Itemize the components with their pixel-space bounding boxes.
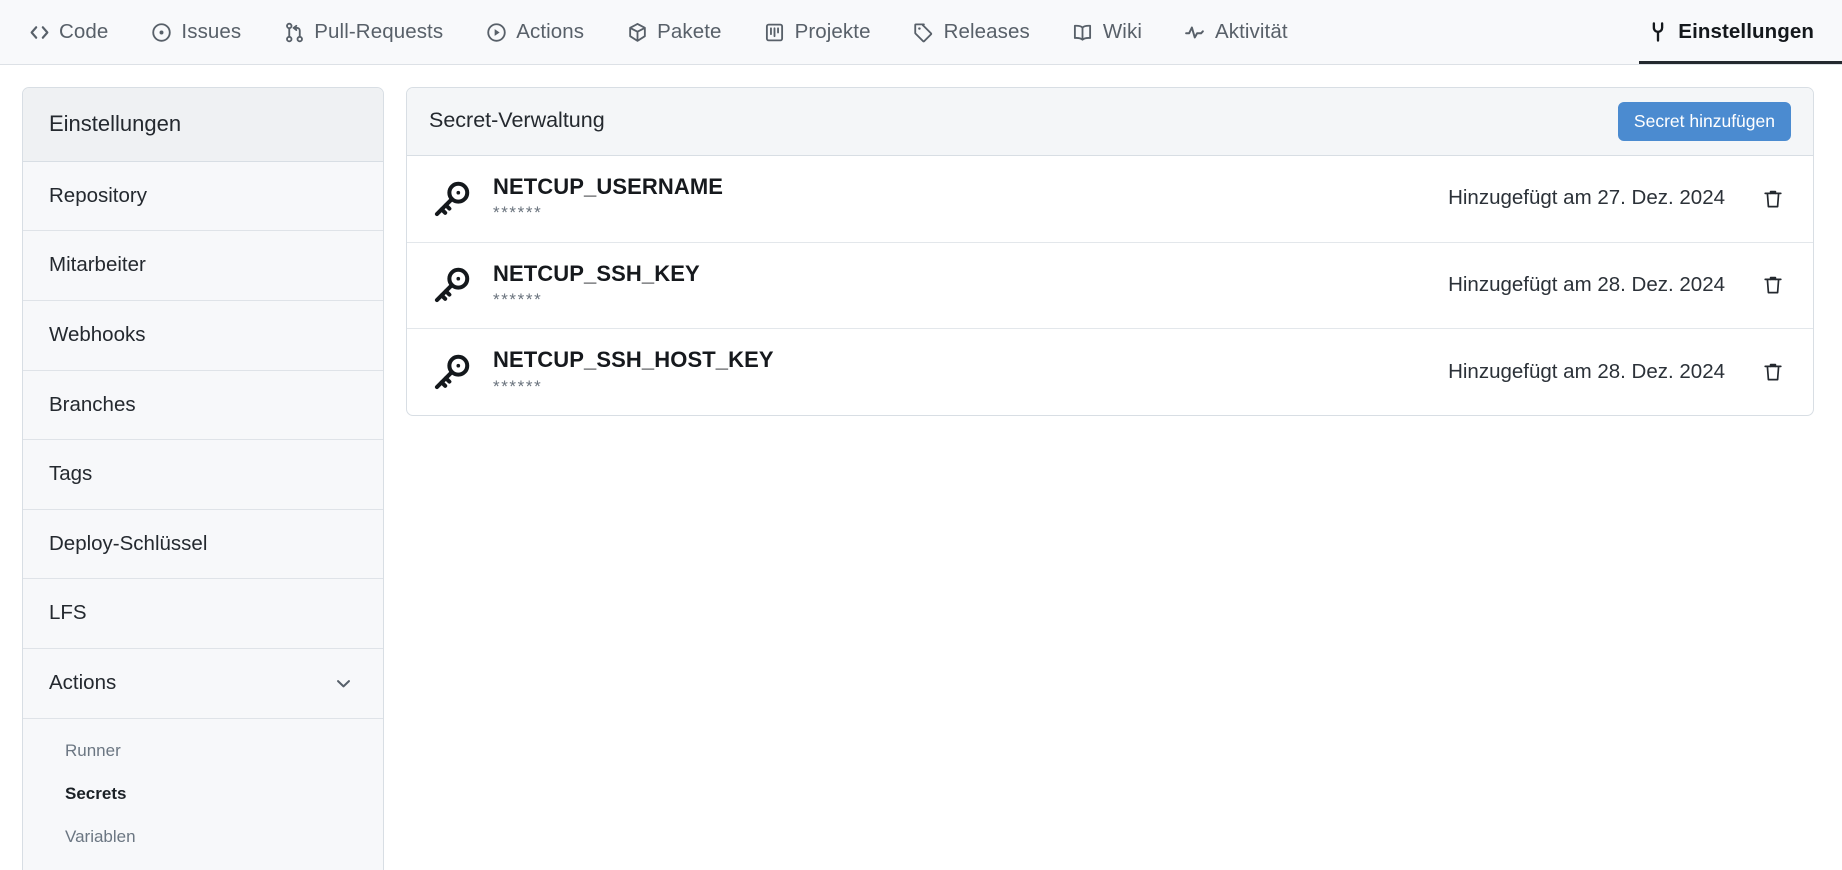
nav-tab-wiki-label: Wiki bbox=[1102, 20, 1142, 43]
sidebar-item-mitarbeiter-label: Mitarbeiter bbox=[49, 253, 146, 277]
secret-added-date: Hinzugefügt am 28. Dez. 2024 bbox=[1448, 273, 1725, 297]
nav-tab-projekte-label: Projekte bbox=[794, 20, 871, 43]
secret-added-date: Hinzugefügt am 28. Dez. 2024 bbox=[1448, 359, 1725, 383]
settings-sidebar: Einstellungen Repository Mitarbeiter Web… bbox=[22, 87, 384, 870]
sidebar-item-repository-label: Repository bbox=[49, 183, 147, 207]
secret-name: NETCUP_SSH_HOST_KEY bbox=[493, 347, 774, 373]
secret-list-item: NETCUP_USERNAME ****** Hinzugefügt am 27… bbox=[407, 156, 1813, 243]
sidebar-item-actions[interactable]: Actions bbox=[23, 649, 383, 719]
secret-name: NETCUP_USERNAME bbox=[493, 173, 724, 199]
nav-tab-pakete[interactable]: Pakete bbox=[626, 0, 742, 64]
issue-dot-icon bbox=[150, 21, 172, 43]
nav-tab-projekte[interactable]: Projekte bbox=[764, 0, 892, 64]
nav-tab-code-label: Code bbox=[59, 20, 109, 43]
secret-info: NETCUP_SSH_KEY ****** bbox=[493, 261, 1430, 311]
sidebar-header: Einstellungen bbox=[23, 88, 383, 162]
repository-nav-bar: Code Issues Pull-Requests Actions Pakete bbox=[0, 0, 1842, 65]
pulse-icon bbox=[1184, 21, 1206, 43]
secret-masked-value: ****** bbox=[493, 289, 543, 309]
nav-tab-einstellungen-label: Einstellungen bbox=[1678, 20, 1814, 43]
page-body: Einstellungen Repository Mitarbeiter Web… bbox=[0, 65, 1842, 870]
sidebar-actions-subgroup: Runner Secrets Variablen bbox=[23, 718, 383, 870]
secret-masked-value: ****** bbox=[493, 376, 543, 396]
trash-icon bbox=[1761, 273, 1785, 297]
nav-tab-issues-label: Issues bbox=[181, 20, 242, 43]
sidebar-item-tags[interactable]: Tags bbox=[23, 440, 383, 510]
project-board-icon bbox=[764, 21, 786, 43]
nav-tab-pakete-label: Pakete bbox=[657, 20, 722, 43]
nav-items-group: Code Issues Pull-Requests Actions Pakete bbox=[28, 0, 1330, 64]
secret-added-date: Hinzugefügt am 27. Dez. 2024 bbox=[1448, 186, 1725, 210]
key-icon bbox=[429, 262, 475, 308]
active-tab-underline bbox=[1639, 61, 1842, 64]
book-icon bbox=[1072, 21, 1094, 43]
tag-icon bbox=[913, 21, 935, 43]
sidebar-item-webhooks-label: Webhooks bbox=[49, 322, 146, 346]
add-secret-button[interactable]: Secret hinzufügen bbox=[1617, 102, 1791, 141]
sidebar-item-deploy-schluessel[interactable]: Deploy-Schlüssel bbox=[23, 509, 383, 580]
sidebar-item-branches-label: Branches bbox=[49, 392, 136, 416]
sidebar-item-deploy-schluessel-label: Deploy-Schlüssel bbox=[49, 531, 208, 555]
nav-tab-pull-requests-label: Pull-Requests bbox=[314, 20, 444, 43]
secret-management-panel: Secret-Verwaltung Secret hinzufügen NETC… bbox=[406, 87, 1814, 417]
nav-tab-releases[interactable]: Releases bbox=[913, 0, 1051, 64]
secret-list-item: NETCUP_SSH_KEY ****** Hinzugefügt am 28.… bbox=[407, 243, 1813, 330]
sidebar-item-repository[interactable]: Repository bbox=[23, 161, 383, 232]
sidebar-item-lfs-label: LFS bbox=[49, 601, 87, 625]
key-icon bbox=[429, 176, 475, 222]
code-icon bbox=[28, 21, 50, 43]
nav-tab-code[interactable]: Code bbox=[28, 0, 129, 64]
nav-tab-issues[interactable]: Issues bbox=[150, 0, 262, 64]
pull-request-icon bbox=[283, 21, 305, 43]
delete-secret-button[interactable] bbox=[1757, 356, 1789, 388]
panel-header: Secret-Verwaltung Secret hinzufügen bbox=[407, 88, 1813, 156]
page-title: Secret-Verwaltung bbox=[429, 108, 605, 133]
nav-tab-aktivitaet[interactable]: Aktivität bbox=[1184, 0, 1309, 64]
secret-list-item: NETCUP_SSH_HOST_KEY ****** Hinzugefügt a… bbox=[407, 329, 1813, 415]
secret-name: NETCUP_SSH_KEY bbox=[493, 260, 700, 286]
secret-info: NETCUP_USERNAME ****** bbox=[493, 174, 1430, 224]
sidebar-item-lfs[interactable]: LFS bbox=[23, 579, 383, 650]
chevron-down-icon bbox=[334, 674, 353, 693]
nav-tab-actions-label: Actions bbox=[516, 20, 585, 43]
nav-tab-wiki[interactable]: Wiki bbox=[1072, 0, 1163, 64]
delete-secret-button[interactable] bbox=[1757, 183, 1789, 215]
sidebar-item-actions-label: Actions bbox=[49, 671, 117, 695]
nav-tab-pull-requests[interactable]: Pull-Requests bbox=[283, 0, 464, 64]
nav-tab-actions[interactable]: Actions bbox=[485, 0, 605, 64]
sidebar-item-mitarbeiter[interactable]: Mitarbeiter bbox=[23, 231, 383, 301]
nav-tab-aktivitaet-label: Aktivität bbox=[1214, 20, 1288, 43]
trash-icon bbox=[1761, 187, 1785, 211]
sidebar-item-tags-label: Tags bbox=[49, 462, 93, 486]
sidebar-subitem-secrets[interactable]: Secrets bbox=[23, 772, 383, 815]
nav-tab-releases-label: Releases bbox=[943, 20, 1030, 43]
delete-secret-button[interactable] bbox=[1757, 269, 1789, 301]
package-icon bbox=[626, 21, 648, 43]
sidebar-item-webhooks[interactable]: Webhooks bbox=[23, 300, 383, 371]
nav-tab-einstellungen[interactable]: Einstellungen bbox=[1639, 0, 1842, 64]
play-circle-icon bbox=[485, 21, 507, 43]
wrench-icon bbox=[1647, 21, 1669, 43]
secret-masked-value: ****** bbox=[493, 203, 543, 223]
trash-icon bbox=[1761, 360, 1785, 384]
secret-info: NETCUP_SSH_HOST_KEY ****** bbox=[493, 347, 1430, 397]
sidebar-item-branches[interactable]: Branches bbox=[23, 370, 383, 441]
sidebar-subitem-variablen[interactable]: Variablen bbox=[23, 815, 383, 858]
sidebar-subitem-runner[interactable]: Runner bbox=[23, 729, 383, 772]
key-icon bbox=[429, 349, 475, 395]
